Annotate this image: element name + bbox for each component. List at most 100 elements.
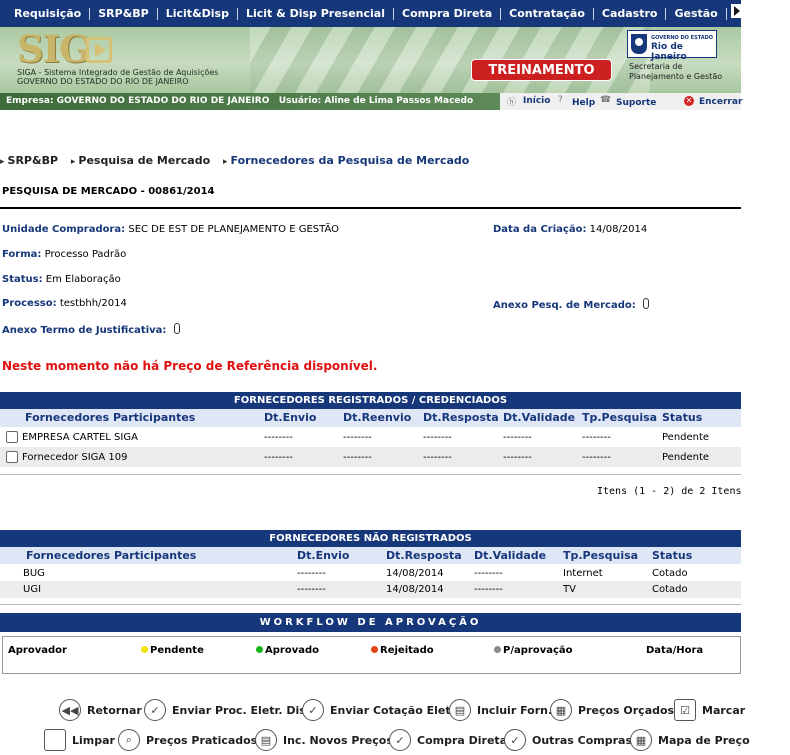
dt-resposta-value: 14/08/2014 — [386, 584, 444, 595]
phone-icon: ☎ — [600, 95, 612, 105]
registrados-table-header: Fornecedores Participantes Dt.Envio Dt.R… — [0, 409, 741, 427]
fornecedor-name: Fornecedor SIGA 109 — [22, 452, 128, 463]
legend-rejeitado: Rejeitado — [371, 645, 434, 656]
anexo-pesq-label: Anexo Pesq. de Mercado: — [493, 300, 636, 311]
col-fornecedores: Fornecedores Participantes — [25, 411, 196, 424]
precos-orcados-label: Preços Orçados — [578, 703, 675, 717]
menu-contratacao[interactable]: Contratação — [501, 7, 594, 20]
siga-logo: SIG — [17, 27, 91, 71]
check-icon: ✓ — [144, 699, 166, 721]
siga-subtitle-gov: GOVERNO DO ESTADO DO RIO DE JANEIRO — [17, 77, 189, 86]
col-dt-envio: Dt.Envio — [297, 549, 350, 562]
empresa-label: Empresa: GOVERNO DO ESTADO DO RIO DE JAN… — [6, 96, 270, 106]
dt-validade-value: -------- — [503, 452, 532, 463]
col-dt-validade: Dt.Validade — [503, 411, 576, 424]
document-icon: ▤ — [255, 729, 277, 751]
limpar-button[interactable]: Limpar — [44, 729, 115, 751]
col-dt-validade: Dt.Validade — [474, 549, 547, 562]
home-icon: ⓗ — [507, 98, 517, 108]
status-value: Cotado — [652, 584, 688, 595]
tp-pesquisa-value: -------- — [582, 452, 611, 463]
legend-pendente: Pendente — [141, 645, 204, 656]
rewind-icon: ◀◀ — [59, 699, 81, 721]
processo-label: Processo: — [2, 298, 57, 309]
row-checkbox[interactable] — [6, 431, 18, 443]
dt-validade-value: -------- — [474, 584, 503, 595]
col-tp-pesquisa: Tp.Pesquisa — [563, 549, 639, 562]
anexo-termo-field: Anexo Termo de Justificativa: — [2, 323, 180, 336]
price-list-icon: ▦ — [550, 699, 572, 721]
aprovador-label: Aprovador — [8, 645, 67, 656]
checkbox-checked-icon: ☑ — [674, 699, 696, 721]
table-divider — [0, 474, 741, 475]
usuario-label: Usuário: Aline de Lima Passos Macedo — [278, 96, 474, 106]
dt-reenvio-value: -------- — [343, 452, 372, 463]
check-icon: ✓ — [389, 729, 411, 751]
legend-p-aprovacao: P/aprovação — [494, 645, 573, 656]
dt-envio-value: -------- — [264, 432, 293, 443]
mapa-preco-label: Mapa de Preço — [658, 733, 750, 747]
dt-envio-value: -------- — [297, 568, 326, 579]
gray-dot-icon — [494, 646, 501, 653]
enviar-proc-eletr-button[interactable]: ✓ Enviar Proc. Eletr. Disp — [144, 699, 314, 721]
mapa-preco-button[interactable]: ▦ Mapa de Preço — [630, 729, 750, 751]
outras-compras-label: Outras Compras — [532, 733, 633, 747]
precos-praticados-label: Preços Praticados — [146, 733, 258, 747]
paperclip-icon[interactable] — [642, 298, 649, 309]
col-tp-pesquisa: Tp.Pesquisa — [582, 411, 658, 424]
processo-value: testbhh/2014 — [59, 298, 127, 309]
anexo-pesq-field: Anexo Pesq. de Mercado: — [493, 298, 649, 311]
limpar-label: Limpar — [72, 733, 115, 747]
status-value: Pendente — [662, 432, 710, 443]
paperclip-icon[interactable] — [173, 323, 180, 334]
col-dt-resposta: Dt.Resposta — [423, 411, 499, 424]
menu-licit-disp-presencial[interactable]: Licit & Disp Presencial — [238, 7, 394, 20]
close-icon[interactable]: ✕ — [684, 96, 694, 106]
menu-scroll-right-icon[interactable] — [731, 4, 741, 18]
data-hora-label: Data/Hora — [646, 645, 704, 656]
green-dot-icon — [256, 646, 263, 653]
preco-referencia-warning: Neste momento não há Preço de Referência… — [2, 359, 378, 373]
menu-gestao[interactable]: Gestão — [666, 7, 727, 20]
dt-validade-value: -------- — [474, 568, 503, 579]
marcar-button[interactable]: ☑ Marcar — [674, 699, 745, 721]
p-aprovacao-label: P/aprovação — [503, 645, 573, 656]
inc-novos-precos-button[interactable]: ▤ Inc. Novos Preços — [255, 729, 393, 751]
outras-compras-button[interactable]: ✓ Outras Compras — [504, 729, 632, 751]
incluir-forn-label: Incluir Forn. — [477, 703, 553, 717]
precos-praticados-button[interactable]: ⌕ Preços Praticados — [118, 729, 257, 751]
breadcrumb-pesquisa-mercado[interactable]: Pesquisa de Mercado — [71, 154, 210, 167]
inicio-link[interactable]: Início — [523, 96, 550, 106]
breadcrumb-srp-bp[interactable]: SRP&BP — [0, 154, 58, 167]
menu-requisicao[interactable]: Requisição — [0, 7, 91, 20]
encerrar-link[interactable]: Encerrar — [699, 97, 742, 107]
breadcrumb-fornecedores: Fornecedores da Pesquisa de Mercado — [223, 154, 469, 167]
status-value: Cotado — [652, 568, 688, 579]
workflow-title: WORKFLOW DE APROVAÇÃO — [0, 613, 741, 632]
nao-registrados-table-title: FORNECEDORES NÃO REGISTRADOS — [0, 530, 741, 547]
retornar-button[interactable]: ◀◀ Retornar — [59, 699, 142, 721]
gov-logo-small-text: GOVERNO DO ESTADO — [651, 35, 713, 41]
col-status: Status — [652, 549, 693, 562]
user-status-bar: Empresa: GOVERNO DO ESTADO DO RIO DE JAN… — [0, 93, 742, 110]
col-status: Status — [662, 411, 703, 424]
tp-pesquisa-value: Internet — [563, 568, 603, 579]
title-divider — [0, 207, 741, 209]
row-checkbox[interactable] — [6, 451, 18, 463]
check-icon: ✓ — [302, 699, 324, 721]
price-map-icon: ▦ — [630, 729, 652, 751]
precos-orcados-button[interactable]: ▦ Preços Orçados — [550, 699, 674, 721]
menu-compra-direta[interactable]: Compra Direta — [394, 7, 502, 20]
table-row: BUG -------- 14/08/2014 -------- Interne… — [0, 565, 741, 581]
enviar-cotacao-button[interactable]: ✓ Enviar Cotação Eletr. — [302, 699, 459, 721]
menu-srp-bp[interactable]: SRP&BP — [90, 7, 158, 20]
menu-licit-disp[interactable]: Licit&Disp — [158, 7, 238, 20]
unidade-value: SEC DE EST DE PLANEJAMENTO E GESTÃO — [128, 224, 339, 235]
suporte-link[interactable]: Suporte — [616, 98, 656, 108]
compra-direta-button[interactable]: ✓ Compra Direta — [389, 729, 507, 751]
incluir-forn-button[interactable]: ▤ Incluir Forn. — [449, 699, 552, 721]
table-divider — [0, 604, 741, 605]
breadcrumb: SRP&BP Pesquisa de Mercado Fornecedores … — [0, 154, 478, 167]
help-link[interactable]: Help — [572, 98, 595, 108]
menu-cadastro[interactable]: Cadastro — [594, 7, 667, 20]
